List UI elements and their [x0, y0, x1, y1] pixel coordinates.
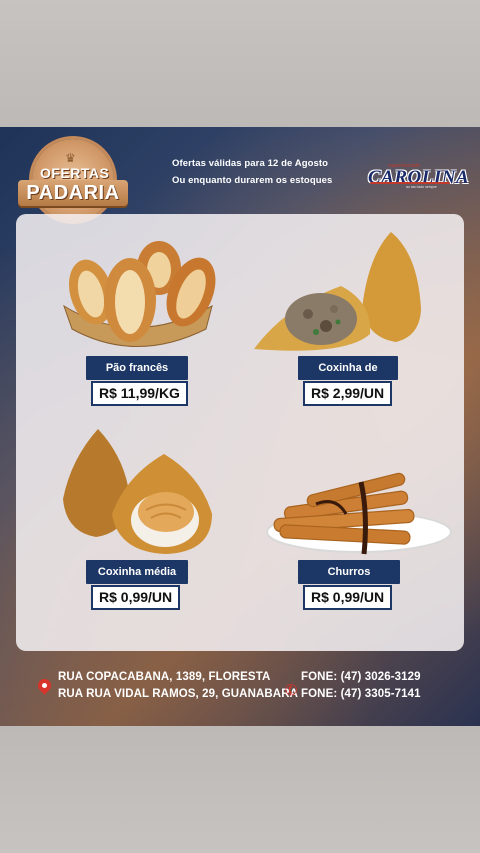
address-line-1: RUA COPACABANA, 1389, FLORESTA — [58, 671, 271, 683]
coxinha-de-costela-image — [254, 232, 421, 351]
price-tag-coxinha-de-costela: R$ 2,99/UN — [303, 381, 393, 406]
price-tag-churros: R$ 0,99/UN — [303, 585, 393, 610]
story-top-band — [0, 0, 480, 127]
validity-text: Ofertas válidas para 12 de Agosto Ou enq… — [172, 155, 332, 189]
churros-image — [266, 472, 452, 555]
product-label-pao-frances: Pão francês — [86, 356, 188, 380]
phone-line-2: FONE: (47) 3305-7141 — [301, 688, 421, 700]
phone-line-1: FONE: (47) 3026-3129 — [301, 671, 421, 683]
validity-line-1: Ofertas válidas para 12 de Agosto — [172, 158, 329, 169]
coxinha-media-image — [63, 429, 212, 554]
pao-frances-image — [63, 241, 216, 347]
brand-subtext: ao seu lado sempre — [406, 185, 437, 189]
product-label-churros: Churros — [298, 560, 400, 584]
crown-icon: ♛ — [65, 151, 76, 165]
products-panel: Pão francês R$ 11,99/KG Coxinha de coste… — [16, 214, 464, 651]
product-label-coxinha-media: Coxinha média — [86, 560, 188, 584]
product-label-coxinha-de-costela: Coxinha de costela — [298, 356, 398, 398]
validity-line-2: Ou enquanto durarem os estoques — [172, 175, 333, 186]
product-images — [63, 232, 452, 555]
brand-swoosh — [370, 182, 450, 184]
addresses: RUA COPACABANA, 1389, FLORESTA RUA RUA V… — [58, 669, 298, 703]
phones: FONE: (47) 3026-3129 FONE: (47) 3305-714… — [301, 669, 421, 703]
flyer: ♛ OFERTAS DA PADARIA Ofertas válidas par… — [0, 127, 480, 726]
location-pin-icon — [35, 676, 54, 695]
brand-logo: supermercado CAROLINA ao seu lado sempre — [368, 163, 469, 189]
story-bottom-band — [0, 726, 480, 853]
address-line-2: RUA RUA VIDAL RAMOS, 29, GUANABARA — [58, 688, 299, 700]
price-tag-pao-frances: R$ 11,99/KG — [91, 381, 188, 406]
logo-line-padaria: PADARIA — [26, 182, 120, 204]
price-tag-coxinha-media: R$ 0,99/UN — [91, 585, 181, 610]
logo-ribbon: PADARIA — [18, 180, 128, 206]
